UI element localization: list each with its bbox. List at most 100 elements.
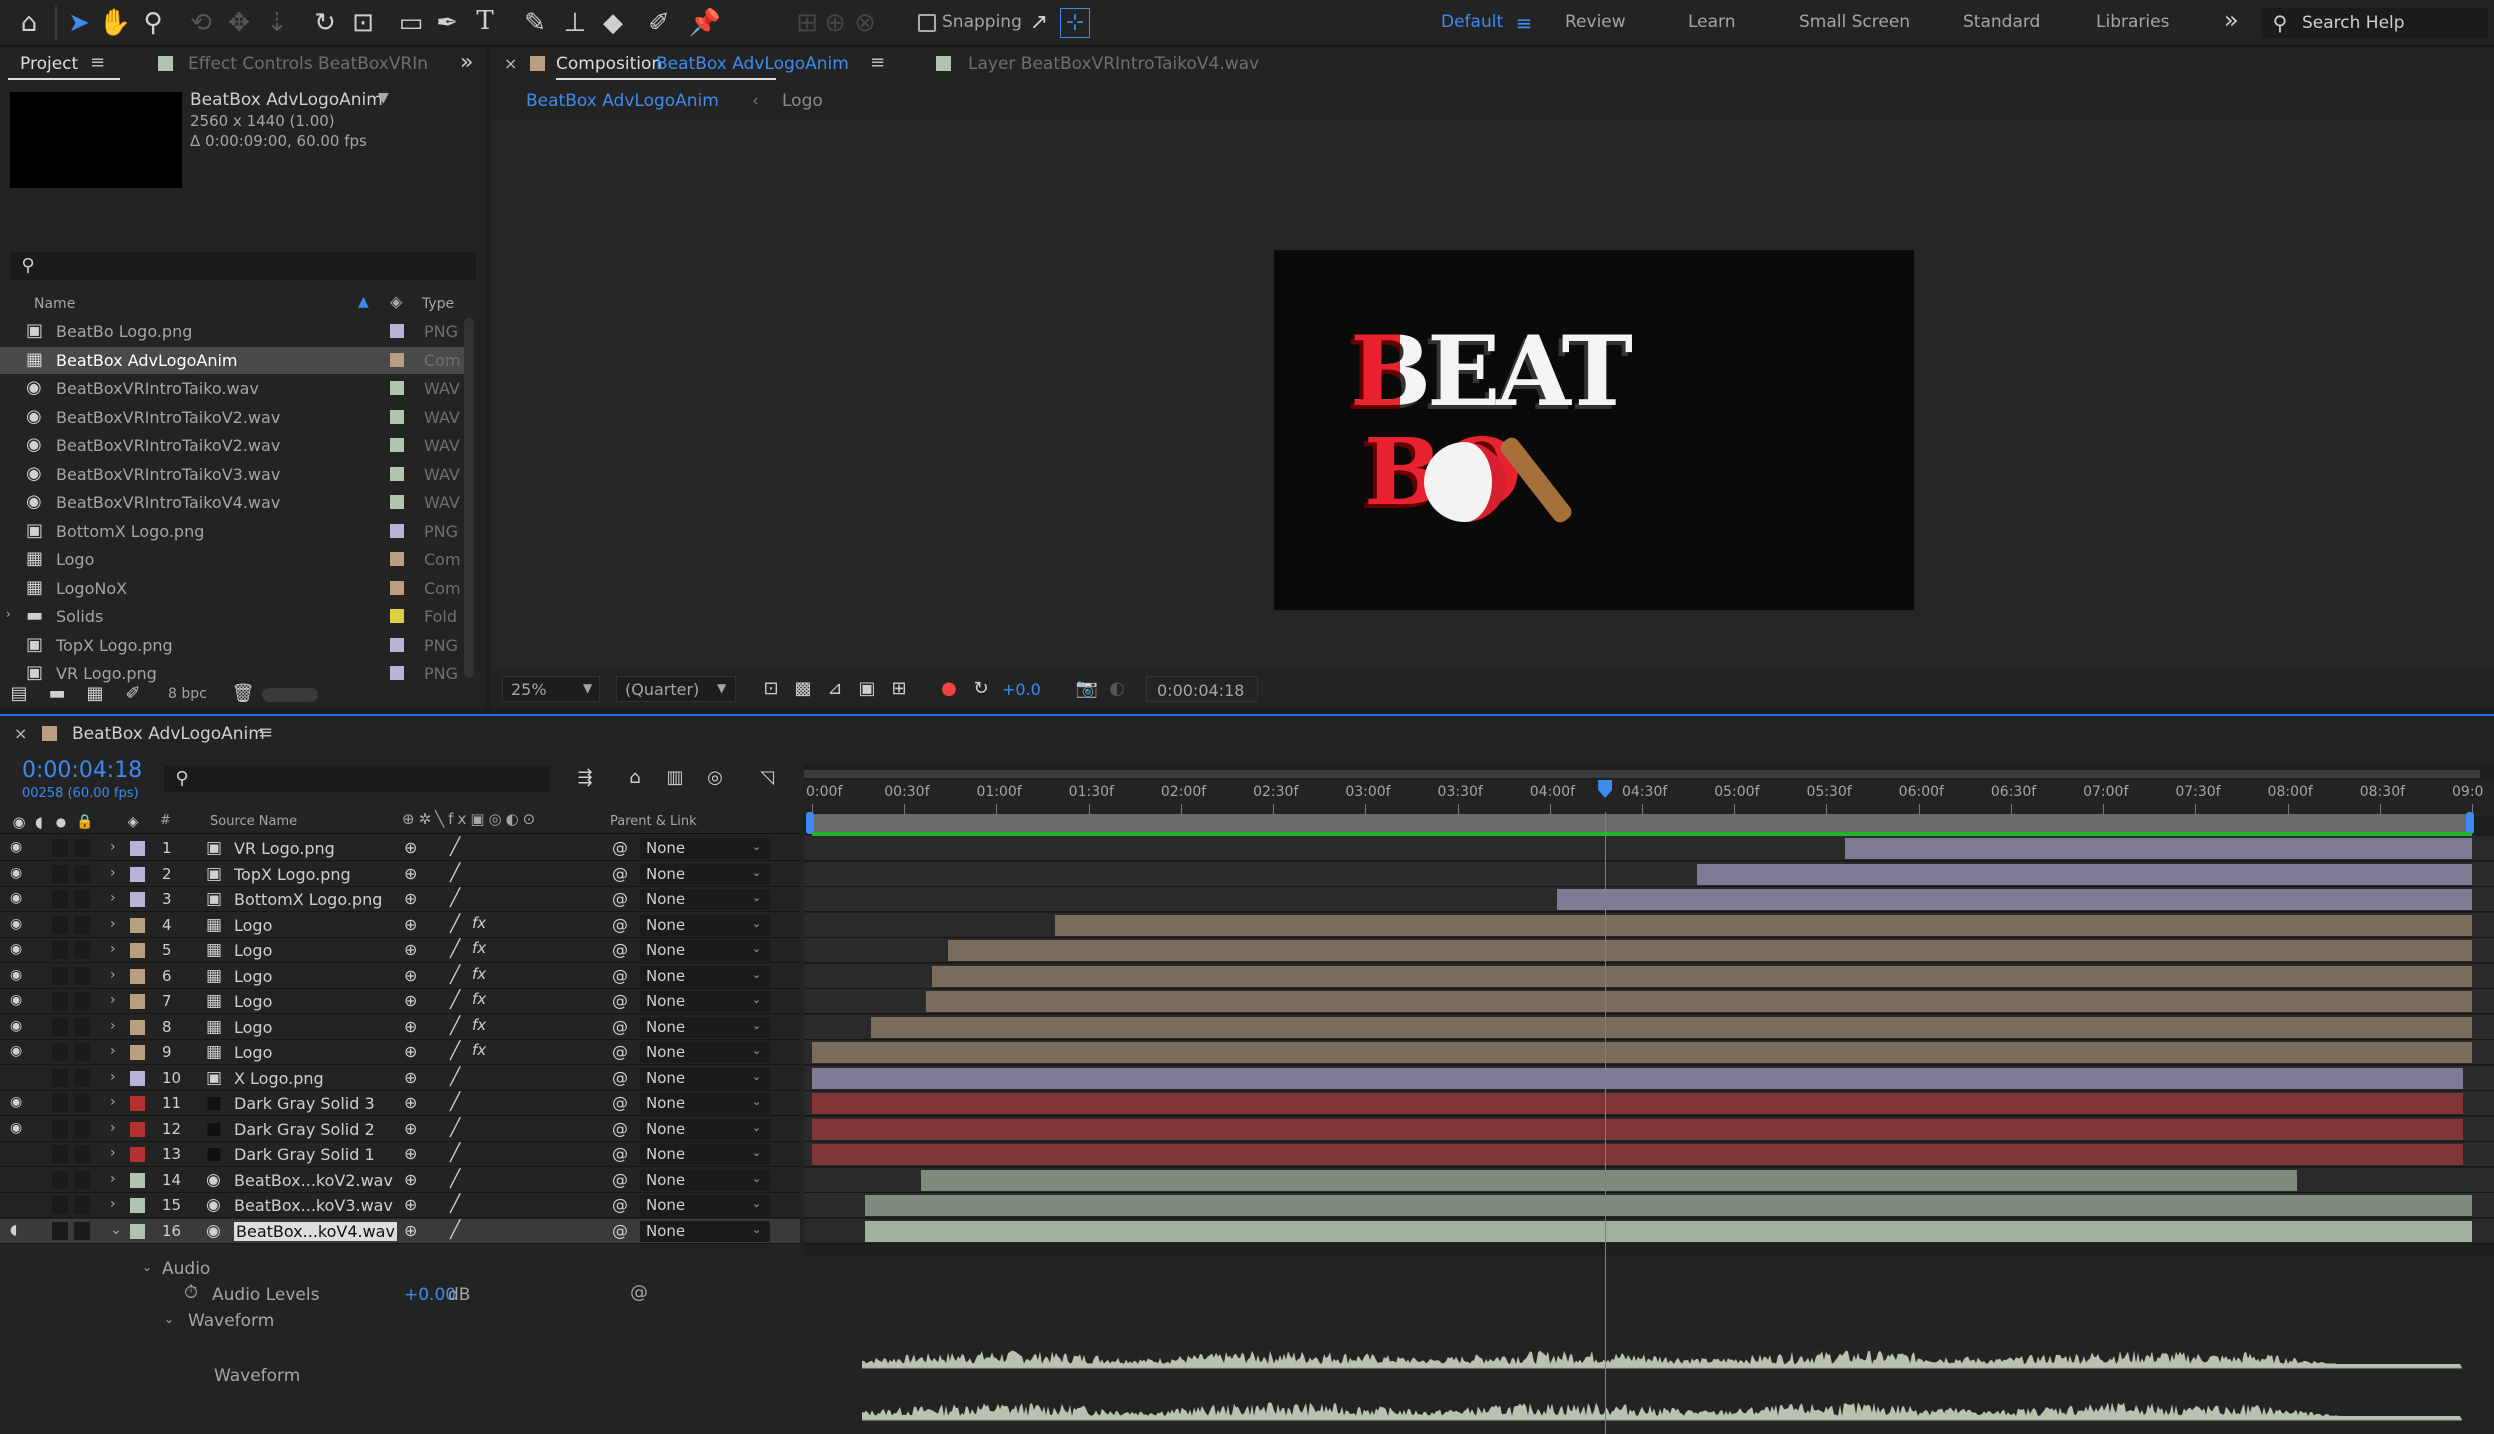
label-swatch[interactable] [130,1198,145,1213]
pickwhip-spiral-icon[interactable]: @ [612,966,628,985]
layer-duration-bar[interactable] [948,940,2472,961]
label-swatch[interactable] [390,381,404,395]
eye-icon[interactable]: ◉ [10,916,22,932]
close-icon[interactable]: × [14,724,27,743]
shy-switch-icon[interactable]: ⊕ [404,966,417,985]
list-item[interactable]: ▣ TopX Logo.png PNG [0,632,470,659]
label-swatch[interactable] [390,409,404,424]
layer-name[interactable]: Logo [234,941,272,960]
parent-select[interactable]: None ⌄ [640,940,770,961]
list-item[interactable]: ◉ BeatBoxVRIntroTaikoV2.wav WAV [0,404,470,431]
solo-checkbox[interactable] [52,1119,68,1138]
label-swatch[interactable] [390,609,404,623]
layer-row[interactable]: › 10 ▣ X Logo.png ⊕ ╱ @ None ⌄ [0,1066,800,1091]
chevron-right-icon[interactable]: › [110,1196,116,1212]
transparency-grid-icon[interactable]: ▩ [790,676,816,702]
layer-duration-bar[interactable] [931,965,2472,987]
lock-checkbox[interactable] [74,1119,90,1138]
quality-switch-icon[interactable]: ╱ [450,1194,460,1214]
quality-switch-icon[interactable]: ╱ [450,837,460,857]
expression-spiral-icon[interactable]: @ [630,1282,648,1303]
layer-name[interactable]: Logo [234,1018,272,1037]
close-icon[interactable]: × [504,54,517,73]
pickwhip-spiral-icon[interactable]: @ [612,1119,628,1138]
parent-select[interactable]: None ⌄ [640,1144,770,1165]
solo-checkbox[interactable] [52,1094,68,1112]
brush-tool-icon[interactable]: ✎ [520,8,550,38]
column-header-type[interactable]: Type [422,296,454,312]
column-header-source-name[interactable]: Source Name [210,814,297,829]
layer-duration-bar[interactable] [926,991,2472,1012]
layer-row[interactable]: › 13 ■ Dark Gray Solid 1 ⊕ ╱ @ None ⌄ [0,1142,800,1167]
parent-select[interactable]: None ⌄ [640,1118,770,1140]
eye-icon[interactable]: ◉ [10,967,22,983]
lock-checkbox[interactable] [74,1145,90,1163]
label-swatch[interactable] [130,1096,145,1111]
layer-duration-bar[interactable] [1697,863,2472,885]
layer-name[interactable]: VR Logo.png [234,839,335,858]
quality-switch-icon[interactable]: ╱ [450,1041,460,1061]
shy-switch-icon[interactable]: ⊕ [404,991,417,1010]
effects-switch-icon[interactable]: fx [472,1016,486,1034]
list-item[interactable]: ▦ Logo Com [0,546,470,573]
label-swatch[interactable] [390,352,404,367]
workspace-review[interactable]: Review [1565,12,1626,32]
mask-visibility-icon[interactable]: ⊿ [822,676,848,702]
new-composition-icon[interactable]: ▦ [82,682,108,706]
lock-checkbox[interactable] [74,1043,90,1061]
chevron-right-icon[interactable]: › [110,1043,116,1059]
layer-name[interactable]: X Logo.png [234,1069,324,1088]
effect-controls-tab[interactable]: Effect Controls BeatBoxVRIntro1 [188,54,428,74]
adjust-project-settings-icon[interactable]: ✐ [120,682,146,706]
layer-row[interactable]: ◉ › 7 ▦ Logo ⊕ ╱ fx @ None ⌄ [0,989,800,1014]
local-axis-icon[interactable]: ⊞ [792,8,822,38]
quality-switch-icon[interactable]: ╱ [450,1118,460,1138]
layer-name[interactable]: Logo [234,916,272,935]
snapping-checkbox[interactable] [918,14,936,32]
layer-name[interactable]: Logo [234,992,272,1011]
fast-previews-icon[interactable]: ⊡ [758,676,784,702]
eye-icon[interactable]: ◉ [10,941,22,957]
quality-switch-icon[interactable]: ╱ [450,1067,460,1087]
chevron-right-icon[interactable]: › [110,1171,116,1187]
pickwhip-spiral-icon[interactable]: @ [612,991,628,1010]
show-snapshot-icon[interactable]: ◐ [1104,676,1130,702]
composition-tab[interactable]: Composition BeatBox AdvLogoAnim [556,48,849,80]
solo-checkbox[interactable] [52,1145,68,1163]
layer-duration-bar[interactable] [1557,889,2472,910]
breadcrumb-comp[interactable]: BeatBox AdvLogoAnim [526,91,719,111]
eye-icon[interactable]: ◉ [10,865,22,881]
chevron-right-icon[interactable]: › [110,941,116,957]
quality-switch-icon[interactable]: ╱ [450,1016,460,1036]
quality-switch-icon[interactable]: ╱ [450,888,460,908]
stopwatch-icon[interactable]: ⏱ [184,1282,198,1303]
eye-icon[interactable]: ◉ [10,1094,22,1110]
audio-levels-row[interactable]: ⏱ Audio Levels +0.00 dB @ [0,1282,800,1306]
effects-switch-icon[interactable]: fx [472,939,486,957]
lock-checkbox[interactable] [74,1196,90,1214]
label-swatch[interactable] [130,1070,145,1086]
resolution-select[interactable]: (Quarter) ▼ [616,676,736,702]
time-navigator[interactable] [804,770,2480,778]
zoom-select[interactable]: 25% ▼ [502,676,600,702]
solo-checkbox[interactable] [52,839,68,857]
type-tool-icon[interactable]: T [470,6,500,36]
layer-duration-bar[interactable] [812,1093,2463,1114]
anchor-point-tool-icon[interactable]: ⊡ [348,8,378,38]
layer-row[interactable]: ◉ › 2 ▣ TopX Logo.png ⊕ ╱ @ None ⌄ [0,862,800,887]
list-item[interactable]: ▦ LogoNoX Com [0,575,470,602]
shy-switch-icon[interactable]: ⊕ [404,1119,417,1138]
label-swatch[interactable] [130,1121,145,1137]
solo-checkbox[interactable] [52,864,68,883]
list-item[interactable]: ◉ BeatBoxVRIntroTaiko.wav WAV [0,375,470,402]
effects-switch-icon[interactable]: fx [472,1041,486,1059]
view-axis-icon[interactable]: ⊗ [850,8,880,38]
shy-switch-icon[interactable]: ⊕ [404,838,417,857]
solo-checkbox[interactable] [52,1170,68,1189]
label-swatch[interactable] [130,943,145,958]
layer-name[interactable]: Logo [234,967,272,986]
graph-editor-icon[interactable]: ◹ [752,764,782,792]
label-swatch[interactable] [390,666,404,680]
solo-checkbox[interactable] [52,966,68,985]
lock-checkbox[interactable] [74,941,90,959]
